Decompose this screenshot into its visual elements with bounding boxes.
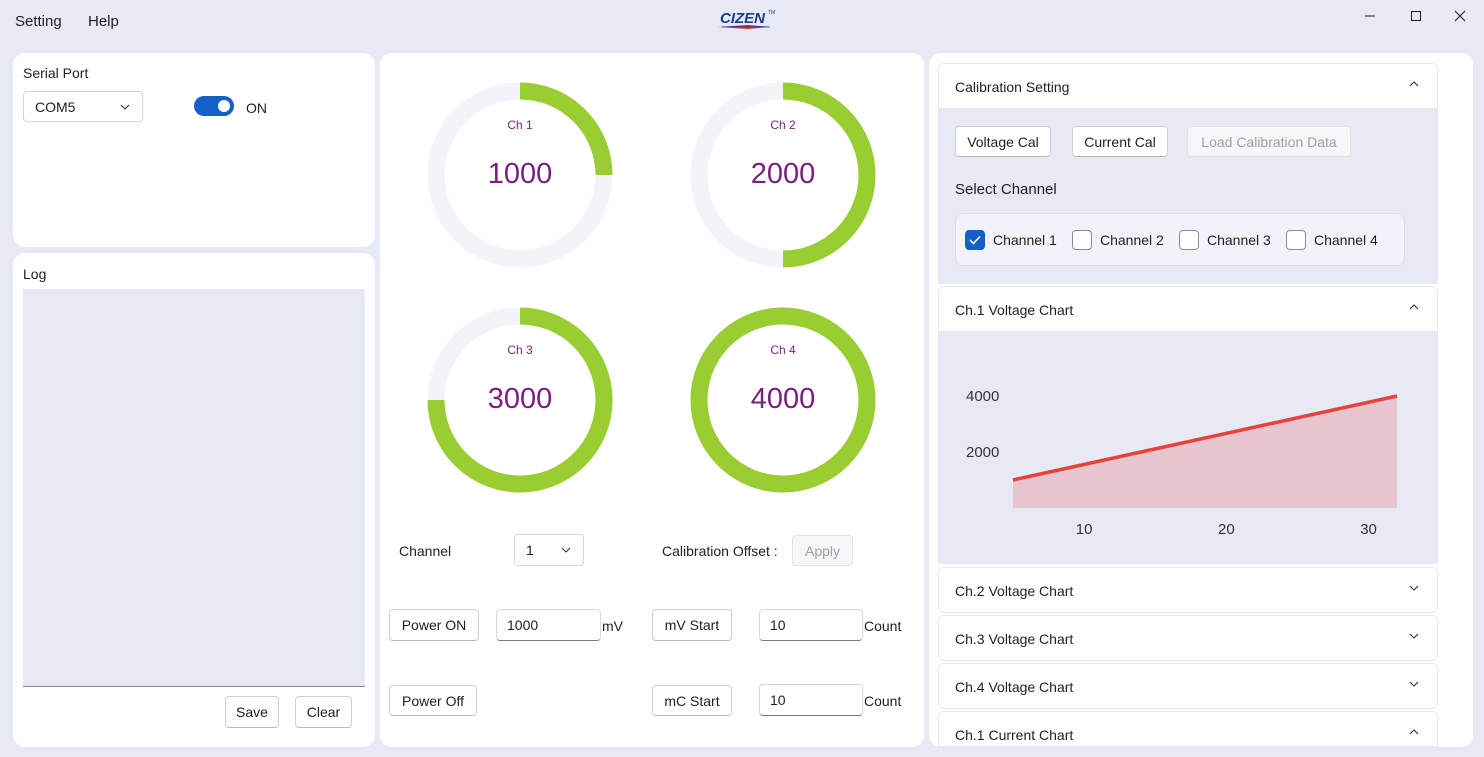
chevron-down-icon xyxy=(1409,633,1419,639)
chart-area xyxy=(1013,396,1397,508)
mc-start-button[interactable]: mC Start xyxy=(652,685,732,716)
mv-unit-label: mV xyxy=(602,618,623,634)
checkbox-unchecked-icon xyxy=(1179,230,1199,250)
minimize-button[interactable] xyxy=(1356,4,1384,28)
gauge-channel-label: Ch 4 xyxy=(770,343,796,357)
ch1-voltage-chart-body: 2000 4000 10 20 30 xyxy=(938,332,1438,564)
serial-port-value: COM5 xyxy=(35,98,76,115)
voltage-chart: 2000 4000 10 20 30 xyxy=(966,388,1398,538)
maximize-icon xyxy=(1411,11,1421,21)
chevron-up-icon xyxy=(1409,81,1419,87)
load-calibration-data-button[interactable]: Load Calibration Data xyxy=(1187,126,1351,157)
mc-count-label: Count xyxy=(864,693,902,709)
mv-start-button[interactable]: mV Start xyxy=(652,609,732,641)
log-title: Log xyxy=(23,266,47,282)
mc-count-input[interactable]: 10 xyxy=(759,684,863,716)
ch1-current-chart-header[interactable]: Ch.1 Current Chart xyxy=(938,711,1438,747)
log-textarea[interactable] xyxy=(23,289,365,687)
toggle-knob xyxy=(218,100,230,112)
serial-port-title: Serial Port xyxy=(23,65,89,81)
gauge-value: 4000 xyxy=(750,383,816,415)
title-bar: Setting Help CIZEN TM xyxy=(0,0,1484,44)
chevron-down-icon xyxy=(1409,585,1419,591)
gauge-value: 3000 xyxy=(487,383,553,415)
gauge-channel-label: Ch 2 xyxy=(770,118,796,132)
channel-2-checkbox[interactable]: Channel 2 xyxy=(1072,230,1164,250)
serial-toggle-label: ON xyxy=(246,100,267,116)
y-tick-label: 2000 xyxy=(966,444,999,461)
channel-1-checkbox[interactable]: Channel 1 xyxy=(965,230,1057,250)
gauge-channel-label: Ch 1 xyxy=(507,118,533,132)
checkbox-checked-icon xyxy=(965,230,985,250)
ch1-voltage-chart-title: Ch.1 Voltage Chart xyxy=(955,302,1074,318)
ch2-voltage-chart-title: Ch.2 Voltage Chart xyxy=(955,583,1074,599)
maximize-button[interactable] xyxy=(1402,4,1430,28)
channel-3-checkbox[interactable]: Channel 3 xyxy=(1179,230,1271,250)
x-tick-label: 10 xyxy=(1076,521,1093,538)
chevron-up-icon xyxy=(1409,729,1419,735)
x-tick-label: 20 xyxy=(1218,521,1235,538)
current-cal-button[interactable]: Current Cal xyxy=(1072,126,1168,157)
brand-logo: CIZEN TM xyxy=(718,8,778,32)
chevron-up-icon xyxy=(1409,304,1419,310)
gauge-value: 1000 xyxy=(487,158,553,190)
channel-1-label: Channel 1 xyxy=(993,232,1057,248)
ch2-voltage-chart-header[interactable]: Ch.2 Voltage Chart xyxy=(938,567,1438,613)
y-tick-label: 4000 xyxy=(966,388,999,405)
menu-help[interactable]: Help xyxy=(88,13,119,30)
ch3-voltage-chart-title: Ch.3 Voltage Chart xyxy=(955,631,1074,647)
gauge-ch4: Ch 4 4000 xyxy=(688,305,878,495)
channel-2-label: Channel 2 xyxy=(1100,232,1164,248)
power-on-mv-input[interactable]: 1000 xyxy=(496,609,601,641)
ch4-voltage-chart-header[interactable]: Ch.4 Voltage Chart xyxy=(938,663,1438,709)
select-channel-label: Select Channel xyxy=(955,181,1057,198)
calibration-offset-label: Calibration Offset : xyxy=(662,543,778,559)
power-off-button[interactable]: Power Off xyxy=(389,685,477,716)
log-clear-button[interactable]: Clear xyxy=(295,696,352,728)
chevron-down-icon xyxy=(120,104,130,110)
close-button[interactable] xyxy=(1446,4,1474,28)
checkbox-unchecked-icon xyxy=(1286,230,1306,250)
channel-combo[interactable]: 1 xyxy=(514,534,584,566)
serial-port-panel: Serial Port COM5 ON xyxy=(13,53,375,247)
log-panel: Log Save Clear xyxy=(13,253,375,747)
voltage-cal-button[interactable]: Voltage Cal xyxy=(955,126,1051,157)
checkbox-unchecked-icon xyxy=(1072,230,1092,250)
calibration-setting-header[interactable]: Calibration Setting xyxy=(938,63,1438,109)
calibration-setting-body: Voltage Cal Current Cal Load Calibration… xyxy=(938,109,1438,284)
channel-label: Channel xyxy=(399,543,452,559)
serial-port-combo[interactable]: COM5 xyxy=(23,91,143,122)
gauge-ch3: Ch 3 3000 xyxy=(425,305,615,495)
channel-4-checkbox[interactable]: Channel 4 xyxy=(1286,230,1378,250)
log-save-button[interactable]: Save xyxy=(225,696,279,728)
gauge-ch2: Ch 2 2000 xyxy=(688,80,878,270)
ch3-voltage-chart-header[interactable]: Ch.3 Voltage Chart xyxy=(938,615,1438,661)
mv-count-label: Count xyxy=(864,618,902,634)
ch4-voltage-chart-title: Ch.4 Voltage Chart xyxy=(955,679,1074,695)
mv-count-input[interactable]: 10 xyxy=(759,609,863,641)
apply-button[interactable]: Apply xyxy=(792,535,853,566)
gauge-ch1: Ch 1 1000 xyxy=(425,80,615,270)
menu-setting[interactable]: Setting xyxy=(15,13,62,30)
x-tick-label: 30 xyxy=(1360,521,1377,538)
ch1-voltage-chart-header[interactable]: Ch.1 Voltage Chart xyxy=(938,286,1438,332)
channel-3-label: Channel 3 xyxy=(1207,232,1271,248)
gauge-value: 2000 xyxy=(750,158,816,190)
ch1-current-chart-title: Ch.1 Current Chart xyxy=(955,727,1074,743)
chevron-down-icon xyxy=(561,547,571,553)
calibration-setting-title: Calibration Setting xyxy=(955,79,1070,95)
gauge-channel-label: Ch 3 xyxy=(507,343,533,357)
chevron-down-icon xyxy=(1409,681,1419,687)
serial-toggle[interactable] xyxy=(194,96,234,116)
power-on-button[interactable]: Power ON xyxy=(389,609,479,641)
channel-4-label: Channel 4 xyxy=(1314,232,1378,248)
close-icon xyxy=(1454,10,1466,22)
gauges-panel: Ch 1 1000 Ch 2 2000 Ch 3 3000 Ch 4 4000 … xyxy=(380,53,924,747)
channel-combo-value: 1 xyxy=(526,542,534,558)
svg-text:TM: TM xyxy=(768,10,775,16)
minimize-icon xyxy=(1365,15,1375,17)
logo-text: CIZEN xyxy=(720,10,766,27)
